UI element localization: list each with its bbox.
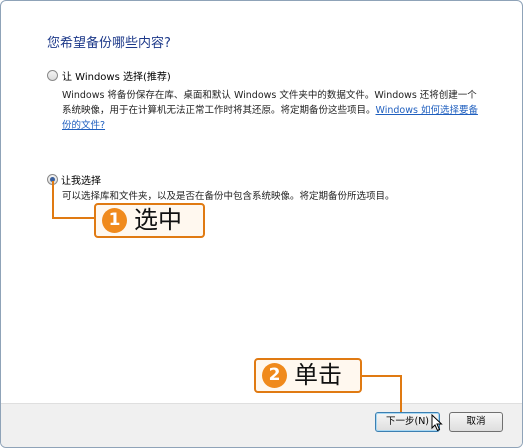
option-let-me-choose-description: 可以选择库和文件夹，以及是否在备份中包含系统映像。将定期备份所选项目。 (62, 191, 395, 202)
callout-step-2: 2 单击 (254, 358, 362, 393)
help-link-part-2[interactable]: 份的文件? (62, 120, 105, 131)
option-let-windows-choose-label[interactable]: 让 Windows 选择(推荐) (62, 68, 171, 83)
cancel-button[interactable]: 取消 (449, 412, 503, 432)
page-title: 您希望备份哪些内容? (47, 36, 171, 51)
option-let-me-choose-label[interactable]: 让我选择 (61, 172, 101, 187)
backup-dialog: 您希望备份哪些内容? 让 Windows 选择(推荐) Windows 将备份保… (0, 0, 523, 448)
option-let-windows-choose-radio[interactable] (47, 70, 58, 81)
callout-step-1: 1 选中 (94, 203, 205, 238)
option-let-windows-choose-description: Windows 将备份保存在库、桌面和默认 Windows 文件夹中的数据文件。… (62, 88, 502, 133)
callout-2-connector-horizontal (358, 375, 401, 377)
dialog-footer (1, 403, 522, 447)
step-2-text: 单击 (294, 361, 342, 389)
step-1-number: 1 (102, 208, 127, 233)
help-link-part-1[interactable]: Windows 如何选择要备 (376, 105, 478, 116)
description-line-2: 系统映像，用于在计算机无法正常工作时将其还原。将定期备份这些项目。Windows… (62, 103, 502, 118)
step-1-text: 选中 (134, 206, 182, 234)
description-line-2-text: 系统映像，用于在计算机无法正常工作时将其还原。将定期备份这些项目。 (62, 105, 376, 116)
callout-2-connector-vertical (400, 375, 402, 412)
callout-1-connector-vertical (52, 181, 54, 218)
mouse-cursor-icon (431, 414, 443, 432)
callout-1-connector-horizontal (52, 217, 94, 219)
step-2-number: 2 (262, 363, 287, 388)
description-line-1: Windows 将备份保存在库、桌面和默认 Windows 文件夹中的数据文件。… (62, 90, 477, 101)
